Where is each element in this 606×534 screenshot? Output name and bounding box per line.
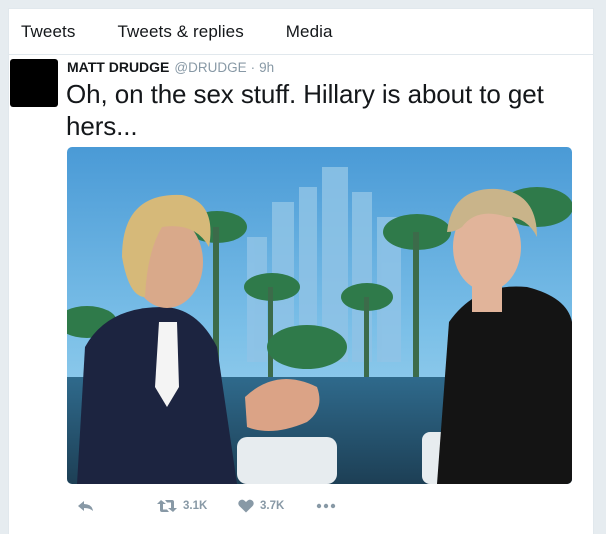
author-name[interactable]: MATT DRUDGE: [67, 59, 169, 75]
tab-tweets-replies[interactable]: Tweets & replies: [117, 22, 243, 42]
tweet-header: MATT DRUDGE @DRUDGE · 9h: [67, 58, 274, 77]
avatar[interactable]: [10, 59, 58, 107]
tweet-timestamp[interactable]: 9h: [259, 60, 274, 75]
tweet-photo-image: [67, 147, 572, 484]
tweet-text: Oh, on the sex stuff. Hillary is about t…: [66, 79, 544, 141]
tab-media[interactable]: Media: [286, 22, 333, 42]
retweet-button[interactable]: 3.1K: [157, 496, 207, 516]
reply-icon: [78, 501, 93, 511]
like-button[interactable]: 3.7K: [238, 496, 284, 516]
reply-button[interactable]: [77, 496, 95, 516]
profile-tabs: Tweets Tweets & replies Media: [9, 9, 593, 55]
separator: ·: [250, 60, 256, 75]
retweet-icon: [157, 500, 177, 512]
heart-icon: [238, 499, 254, 513]
more-button[interactable]: [316, 496, 336, 516]
tab-tweets[interactable]: Tweets: [21, 22, 75, 42]
tweet-photo[interactable]: [67, 147, 572, 484]
author-handle[interactable]: @DRUDGE: [174, 60, 246, 75]
retweet-count: 3.1K: [183, 500, 208, 512]
like-count: 3.7K: [260, 500, 285, 512]
more-icon: [316, 503, 336, 509]
